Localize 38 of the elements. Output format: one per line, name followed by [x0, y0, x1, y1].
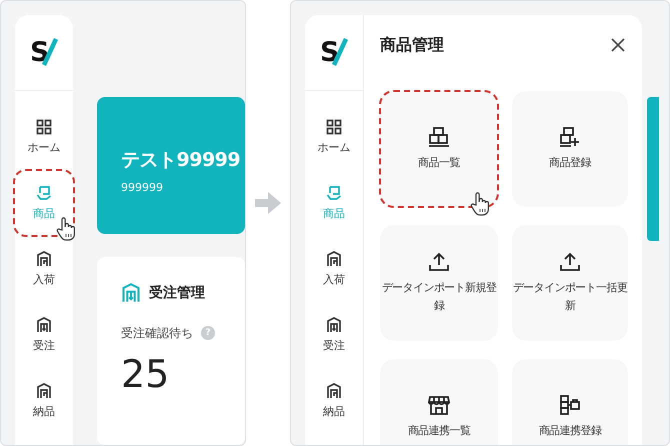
store-icon [427, 394, 451, 416]
grid-icon [36, 119, 52, 135]
nav-item[interactable]: ホーム [18, 108, 70, 166]
nav-item[interactable]: ホーム [308, 108, 360, 166]
grid-icon [326, 119, 342, 135]
nav-item[interactable]: 納品 [18, 372, 70, 430]
building-icon [36, 251, 52, 267]
hand-box-icon [326, 185, 342, 201]
nav-item[interactable]: 入荷 [308, 240, 360, 298]
metric-value: 25 [121, 352, 170, 396]
banner-subtitle: 999999 [121, 181, 164, 194]
menu-tile[interactable]: データインポート一括更新 [512, 225, 628, 341]
upload-icon [558, 251, 582, 274]
boxes-icon [427, 126, 451, 148]
menu-tile[interactable]: 商品登録 [512, 91, 628, 207]
building-icon [326, 251, 342, 267]
nav-item[interactable]: 入荷 [18, 240, 70, 298]
boxes-plus-icon [558, 126, 582, 148]
building-icon [36, 317, 52, 333]
panel-title: 商品管理 [380, 34, 444, 56]
metric-label: 受注確認待ち [121, 324, 193, 342]
nav-item[interactable]: 納品 [308, 372, 360, 430]
building-icon [326, 383, 342, 399]
banner-title: テスト99999 [121, 148, 242, 173]
upload-icon [427, 251, 451, 274]
linked-boxes-icon [558, 394, 582, 416]
building-icon [36, 383, 52, 399]
nav-item[interactable]: 受注 [308, 306, 360, 364]
menu-tile[interactable]: 商品連携一覧 [380, 359, 498, 445]
nav-item[interactable]: 受注 [18, 306, 70, 364]
menu-tile[interactable]: データインポート新規登録 [380, 225, 498, 341]
hand-cursor-icon [468, 191, 492, 217]
building-icon [121, 282, 141, 303]
arrow-icon [255, 192, 281, 214]
menu-tile[interactable]: 商品連携登録 [512, 359, 628, 445]
card-title: 受注管理 [149, 284, 205, 302]
hand-box-icon [36, 185, 52, 201]
building-icon [326, 317, 342, 333]
